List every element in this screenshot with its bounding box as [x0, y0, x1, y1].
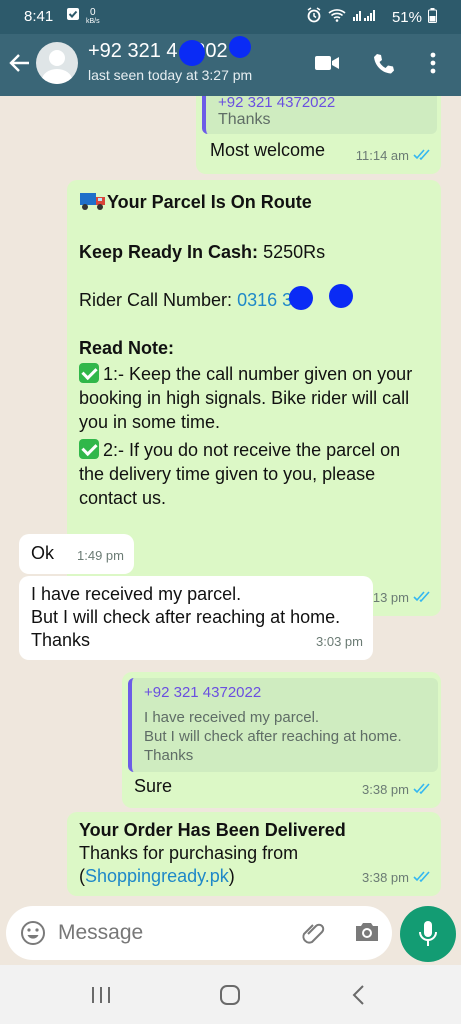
check-mark-icon — [79, 363, 99, 383]
message-time: 3:38 pm — [362, 870, 409, 885]
message-text: Thanks — [31, 630, 91, 650]
outgoing-message[interactable]: +92 321 4372022 Thanks Most welcome 11:1… — [196, 96, 441, 174]
redaction-mark — [179, 40, 205, 66]
message-text: I have received my parcel. — [31, 584, 242, 604]
contact-name[interactable]: +92 321 4 7202 — [88, 40, 228, 63]
signal-icon — [352, 8, 386, 26]
recent-apps-icon[interactable] — [90, 985, 112, 1010]
alarm-icon — [306, 7, 322, 27]
message-time: 3:38 pm — [362, 782, 409, 797]
parcel-title: Your Parcel Is On Route — [107, 192, 312, 212]
battery-icon — [428, 7, 437, 27]
message-time: 11:14 am — [355, 148, 409, 163]
read-ticks-icon — [413, 866, 431, 890]
contact-last-seen: last seen today at 3:27 pm — [88, 67, 253, 83]
quoted-message[interactable]: +92 321 4372022 Thanks — [202, 96, 437, 134]
battery-percent: 51% — [391, 8, 422, 26]
status-bar: 8:41 0 kB/s 51% — [0, 0, 461, 34]
note-1: 1:- Keep the call number given on your b… — [79, 364, 413, 432]
message-time: 3:03 pm — [316, 634, 363, 649]
camera-icon[interactable] — [354, 921, 380, 948]
wifi-icon — [328, 8, 346, 26]
note-title: Read Note: — [79, 338, 175, 358]
network-speed: 0 kB/s — [86, 6, 100, 25]
voice-call-icon[interactable] — [372, 52, 396, 81]
quoted-message[interactable]: +92 321 4372022 I have received my parce… — [128, 678, 438, 772]
delivered-title: Your Order Has Been Delivered — [79, 820, 346, 840]
message-text: Ok — [31, 543, 55, 563]
attach-icon[interactable] — [300, 920, 326, 951]
read-ticks-icon — [413, 586, 431, 610]
message-text: Most welcome — [210, 140, 326, 160]
cash-value: 5250Rs — [263, 242, 326, 262]
outgoing-message[interactable]: Your Order Has Been Delivered Thanks for… — [67, 812, 441, 896]
chat-header: +92 321 4 7202 last seen today at 3:27 p… — [0, 34, 461, 96]
check-mark-icon — [79, 439, 99, 459]
cash-label: Keep Ready In Cash: — [79, 242, 259, 262]
read-ticks-icon — [413, 778, 431, 802]
message-time: 1:49 pm — [77, 548, 124, 563]
redaction-mark — [289, 286, 313, 310]
chat-area[interactable]: +92 321 4372022 Thanks Most welcome 11:1… — [0, 96, 461, 902]
more-options-icon[interactable] — [430, 52, 436, 79]
rider-label: Rider Call Number: — [79, 290, 233, 310]
emoji-icon[interactable] — [20, 920, 46, 951]
redaction-mark — [229, 36, 251, 58]
home-icon[interactable] — [219, 984, 241, 1011]
message-text: Thanks for purchasing from — [79, 843, 299, 863]
shop-link[interactable]: Shoppingready.pk — [85, 866, 229, 886]
read-ticks-icon — [413, 144, 431, 168]
video-call-icon[interactable] — [314, 52, 340, 79]
incoming-message[interactable]: Ok 1:49 pm — [19, 534, 134, 574]
avatar[interactable] — [36, 42, 78, 84]
outgoing-message[interactable]: +92 321 4372022 I have received my parce… — [122, 672, 441, 808]
back-nav-icon[interactable] — [351, 984, 365, 1011]
message-notification-icon — [66, 7, 80, 25]
delivery-truck-icon — [79, 190, 107, 218]
microphone-icon — [418, 920, 438, 953]
message-composer[interactable]: Message — [6, 906, 392, 960]
incoming-message[interactable]: I have received my parcel. But I will ch… — [19, 576, 373, 660]
voice-message-button[interactable] — [400, 906, 456, 962]
redaction-mark — [329, 284, 353, 308]
back-arrow-icon[interactable] — [9, 52, 31, 79]
message-input[interactable]: Message — [58, 921, 143, 945]
message-text: Sure — [134, 776, 173, 796]
note-2: 2:- If you do not receive the parcel on … — [79, 440, 401, 508]
message-text: But I will check after reaching at home. — [31, 607, 341, 627]
system-navigation-bar — [0, 965, 461, 1024]
status-time: 8:41 — [24, 8, 54, 25]
